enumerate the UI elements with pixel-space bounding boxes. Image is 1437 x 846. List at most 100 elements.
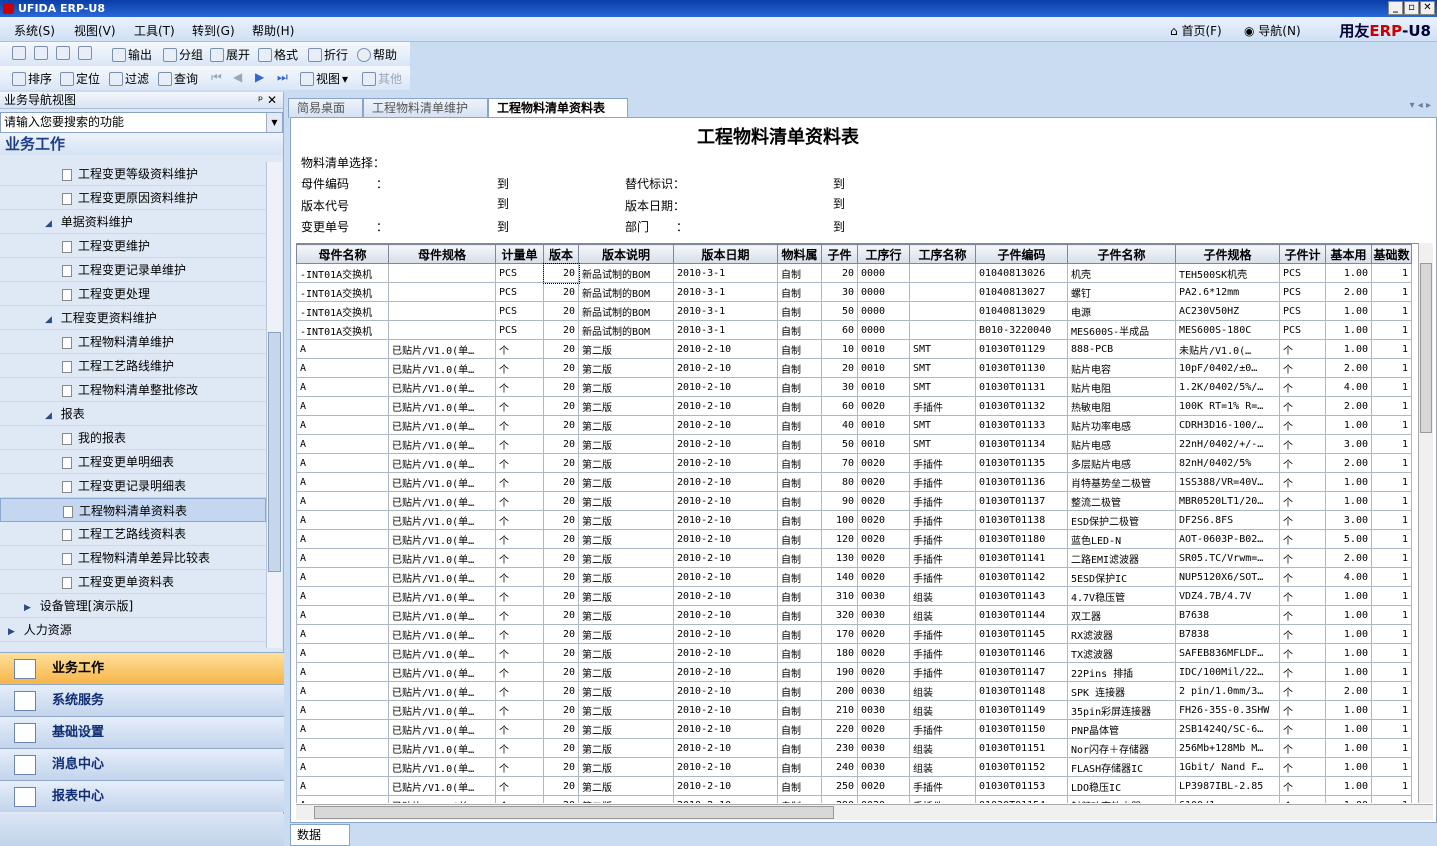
nav-report-center[interactable]: 报表中心 xyxy=(0,780,284,812)
table-cell[interactable]: 1 xyxy=(1371,529,1412,549)
table-cell[interactable]: A xyxy=(296,719,389,739)
tree-item[interactable]: 工程变更维护 xyxy=(0,234,266,258)
table-cell[interactable]: 0030 xyxy=(857,605,910,625)
table-cell[interactable]: 个 xyxy=(1279,700,1326,720)
table-cell[interactable]: 170 xyxy=(821,624,858,644)
table-cell[interactable]: 20 xyxy=(543,586,579,606)
table-cell[interactable]: 888-PCB xyxy=(1067,339,1176,359)
table-cell[interactable]: SMT xyxy=(909,358,976,378)
table-cell[interactable]: 20 xyxy=(543,510,579,530)
table-cell[interactable]: 2.00 xyxy=(1325,453,1372,473)
table-cell[interactable]: 0030 xyxy=(857,700,910,720)
table-cell[interactable]: PCS xyxy=(495,263,544,283)
table-row[interactable]: A 已贴片/V1.0(单… 个 20 第二版 2010-2-10 自制 140 0020 手插件 0… xyxy=(296,567,1412,587)
table-row[interactable]: -INT01A交换机 PCS 20 新品试制的BOM 2010-3-1 自制 50 0000 0… xyxy=(296,301,1412,321)
table-cell[interactable]: 未贴片/V1.0(… xyxy=(1175,339,1280,359)
table-cell[interactable]: A xyxy=(296,567,389,587)
table-cell[interactable]: 1.00 xyxy=(1325,776,1372,796)
table-cell[interactable]: 1 xyxy=(1371,700,1412,720)
table-cell[interactable]: MES600S-180C xyxy=(1175,320,1280,340)
table-cell[interactable]: 个 xyxy=(1279,795,1326,803)
table-cell[interactable]: 1 xyxy=(1371,776,1412,796)
tree-item[interactable]: 我的报表 xyxy=(0,426,266,450)
table-cell[interactable]: 01030T01142 xyxy=(975,567,1068,587)
table-cell[interactable]: 手插件 xyxy=(909,453,976,473)
table-cell[interactable]: 个 xyxy=(495,548,544,568)
table-cell[interactable]: PCS xyxy=(1279,320,1326,340)
table-cell[interactable]: 自制 xyxy=(777,415,822,435)
table-cell[interactable]: 1.00 xyxy=(1325,700,1372,720)
table-row[interactable]: A 已贴片/V1.0(单… 个 20 第二版 2010-2-10 自制 60 0020 手插件 01… xyxy=(296,396,1412,416)
table-cell[interactable]: 1 xyxy=(1371,339,1412,359)
table-cell[interactable]: 2010-2-10 xyxy=(673,529,778,549)
table-cell[interactable]: 20 xyxy=(543,757,579,777)
table-cell[interactable]: 个 xyxy=(495,491,544,511)
table-cell[interactable]: 第二版 xyxy=(578,643,674,663)
table-cell[interactable]: Nor闪存＋存储器 xyxy=(1067,738,1176,758)
table-cell[interactable]: 2010-2-10 xyxy=(673,795,778,803)
table-cell[interactable]: 已贴片/V1.0(单… xyxy=(388,529,496,549)
column-header[interactable]: 子件规格 xyxy=(1175,244,1280,264)
table-cell[interactable] xyxy=(388,282,496,302)
table-cell[interactable]: 01030T01144 xyxy=(975,605,1068,625)
table-cell[interactable]: 已贴片/V1.0(单… xyxy=(388,624,496,644)
table-cell[interactable]: 0000 xyxy=(857,320,910,340)
first-page-icon[interactable]: ⏮ xyxy=(211,70,222,85)
table-cell[interactable]: 4.7V稳压管 xyxy=(1067,586,1176,606)
table-cell[interactable]: A xyxy=(296,795,389,803)
table-cell[interactable]: 第二版 xyxy=(578,586,674,606)
table-cell[interactable]: 2010-3-1 xyxy=(673,263,778,283)
save-icon[interactable] xyxy=(56,46,70,60)
table-cell[interactable]: 1 xyxy=(1371,396,1412,416)
table-cell[interactable]: 1SS388/VR=40V… xyxy=(1175,472,1280,492)
table-cell[interactable]: 2010-2-10 xyxy=(673,567,778,587)
table-cell[interactable]: 0020 xyxy=(857,472,910,492)
table-cell[interactable]: 自制 xyxy=(777,681,822,701)
table-cell[interactable]: 0030 xyxy=(857,586,910,606)
table-cell[interactable]: 20 xyxy=(821,358,858,378)
table-cell[interactable]: 20 xyxy=(543,434,579,454)
table-cell[interactable]: 新品试制的BOM xyxy=(578,282,674,302)
table-cell[interactable]: 个 xyxy=(1279,643,1326,663)
table-cell[interactable]: 220 xyxy=(821,719,858,739)
table-cell[interactable]: 已贴片/V1.0(单… xyxy=(388,358,496,378)
table-cell[interactable]: 100K RT=1% R=… xyxy=(1175,396,1280,416)
table-cell[interactable]: NUP5120X6/SOT… xyxy=(1175,567,1280,587)
tab-simple-desktop[interactable]: 简易桌面 xyxy=(288,98,363,118)
table-cell[interactable]: 已贴片/V1.0(单… xyxy=(388,567,496,587)
table-cell[interactable]: 0010 xyxy=(857,358,910,378)
table-cell[interactable]: 310 xyxy=(821,586,858,606)
table-cell[interactable]: 个 xyxy=(1279,529,1326,549)
table-cell[interactable] xyxy=(388,320,496,340)
table-cell[interactable]: 自制 xyxy=(777,301,822,321)
table-cell[interactable]: 自制 xyxy=(777,453,822,473)
table-cell[interactable]: 2010-2-10 xyxy=(673,377,778,397)
table-cell[interactable]: 第二版 xyxy=(578,453,674,473)
table-cell[interactable]: 已贴片/V1.0(单… xyxy=(388,586,496,606)
table-row[interactable]: A已贴片/V1.0(单…个20第二版2010-2-10自制2900020手插件0… xyxy=(296,795,1412,803)
table-cell[interactable]: 手插件 xyxy=(909,776,976,796)
table-cell[interactable]: 已贴片/V1.0(单… xyxy=(388,643,496,663)
table-cell[interactable]: 90 xyxy=(821,491,858,511)
prev-page-icon[interactable]: ◀ xyxy=(233,70,242,84)
table-cell[interactable]: 机壳 xyxy=(1067,263,1176,283)
save-as-icon[interactable] xyxy=(78,46,92,60)
table-cell[interactable]: 0020 xyxy=(857,719,910,739)
nav-system-service[interactable]: 系统服务 xyxy=(0,684,284,716)
table-row[interactable]: A 已贴片/V1.0(单… 个 20 第二版 2010-2-10 自制 100 0020 手插件 0… xyxy=(296,510,1412,530)
table-cell[interactable]: 1 xyxy=(1371,548,1412,568)
tree-item[interactable]: ▶ 设备管理[演示版] xyxy=(0,594,266,618)
table-cell[interactable]: 5.00 xyxy=(1325,529,1372,549)
table-cell[interactable]: 自制 xyxy=(777,510,822,530)
table-cell[interactable]: A xyxy=(296,339,389,359)
tree-item[interactable]: 工程变更单明细表 xyxy=(0,450,266,474)
table-cell[interactable]: 0020 xyxy=(857,776,910,796)
table-cell[interactable]: 0020 xyxy=(857,453,910,473)
table-cell[interactable]: 已贴片/V1.0(单… xyxy=(388,396,496,416)
table-cell[interactable]: 个 xyxy=(1279,472,1326,492)
table-cell[interactable]: 1 xyxy=(1371,662,1412,682)
table-cell[interactable]: 40 xyxy=(821,415,858,435)
table-cell[interactable]: 01030T01147 xyxy=(975,662,1068,682)
preview-icon[interactable] xyxy=(34,46,48,60)
table-cell[interactable]: 0010 xyxy=(857,377,910,397)
